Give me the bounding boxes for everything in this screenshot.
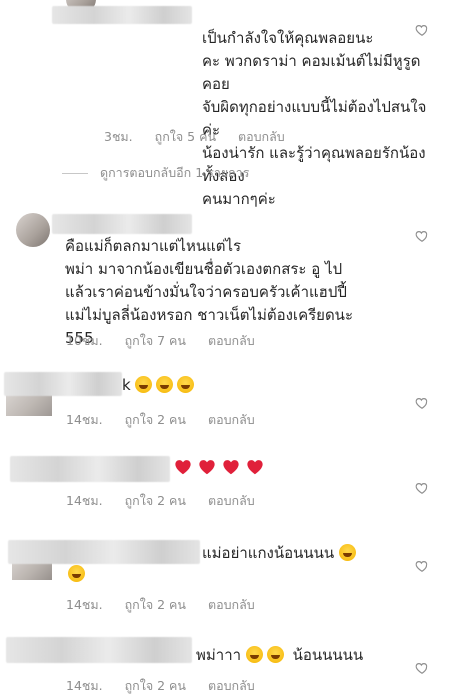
rofl-icon — [338, 544, 356, 561]
tears-of-joy-icon — [266, 646, 284, 663]
timestamp: 14ชม. — [66, 493, 103, 508]
comment-text: พม่าาา น้อนนนนน — [196, 644, 363, 666]
comment-meta: 3ชม. ถูกใจ 5 คน ตอบกลับ — [104, 127, 303, 147]
avatar[interactable] — [16, 213, 50, 247]
likes-count[interactable]: ถูกใจ 2 คน — [125, 493, 186, 508]
divider-line — [62, 172, 88, 174]
comment-text: แม่อย่าแกงน้อนนนน — [202, 542, 360, 564]
reply-button[interactable]: ตอบกลับ — [208, 597, 255, 612]
comment-meta: 10ชม. ถูกใจ 7 คน ตอบกลับ — [66, 331, 273, 351]
reply-button[interactable]: ตอบกลับ — [208, 412, 255, 427]
timestamp: 14ชม. — [66, 597, 103, 612]
red-heart-icon — [174, 459, 192, 475]
comment-text-body: k — [122, 376, 131, 394]
likes-count[interactable]: ถูกใจ 2 คน — [125, 412, 186, 427]
reply-button[interactable]: ตอบกลับ — [238, 129, 285, 144]
timestamp: 14ชม. — [66, 412, 103, 427]
tears-of-joy-icon — [156, 376, 174, 393]
username-redacted[interactable] — [6, 637, 192, 663]
tears-of-joy-icon — [177, 376, 195, 393]
tears-of-joy-icon — [245, 646, 263, 663]
likes-count[interactable]: ถูกใจ 5 คน — [155, 129, 216, 144]
timestamp: 3ชม. — [104, 129, 133, 144]
rofl-icon — [68, 565, 85, 582]
comment-meta: 14ชม. ถูกใจ 2 คน ตอบกลับ — [66, 676, 273, 696]
comment-text — [174, 458, 270, 477]
like-icon[interactable] — [415, 228, 429, 242]
like-icon[interactable] — [415, 660, 429, 674]
likes-count[interactable]: ถูกใจ 7 คน — [125, 333, 186, 348]
timestamp: 10ชม. — [66, 333, 103, 348]
comment-meta: 14ชม. ถูกใจ 2 คน ตอบกลับ — [66, 410, 273, 430]
timestamp: 14ชม. — [66, 678, 103, 693]
likes-count[interactable]: ถูกใจ 2 คน — [125, 597, 186, 612]
comment-text-body: แม่อย่าแกงน้อนนนน — [202, 544, 335, 562]
red-heart-icon — [246, 459, 264, 475]
comment-meta: 14ชม. ถูกใจ 2 คน ตอบกลับ — [66, 491, 273, 511]
comment-meta: 14ชม. ถูกใจ 2 คน ตอบกลับ — [66, 595, 273, 615]
username-redacted[interactable] — [8, 540, 200, 564]
red-heart-icon — [222, 459, 240, 475]
view-more-replies[interactable]: ดูการตอบกลับอีก 1 รายการ — [62, 163, 249, 183]
like-icon[interactable] — [415, 558, 429, 572]
like-icon[interactable] — [415, 480, 429, 494]
red-heart-icon — [198, 459, 216, 475]
tears-of-joy-icon — [135, 376, 153, 393]
view-replies-label[interactable]: ดูการตอบกลับอีก 1 รายการ — [100, 163, 249, 183]
comment-text: k — [122, 374, 198, 396]
username-redacted[interactable] — [10, 456, 170, 482]
likes-count[interactable]: ถูกใจ 2 คน — [125, 678, 186, 693]
reply-button[interactable]: ตอบกลับ — [208, 678, 255, 693]
comment-text-body: พม่าาา — [196, 646, 242, 664]
comment-text-tail: น้อนนนนน — [292, 646, 364, 664]
username-redacted[interactable] — [4, 372, 122, 396]
like-icon[interactable] — [415, 395, 429, 409]
reply-button[interactable]: ตอบกลับ — [208, 333, 255, 348]
comment-text: คือแม่ก็ตลกมาแต่ไหนแต่ไร พม่า มาจากน้องเ… — [65, 212, 435, 350]
reply-button[interactable]: ตอบกลับ — [208, 493, 255, 508]
